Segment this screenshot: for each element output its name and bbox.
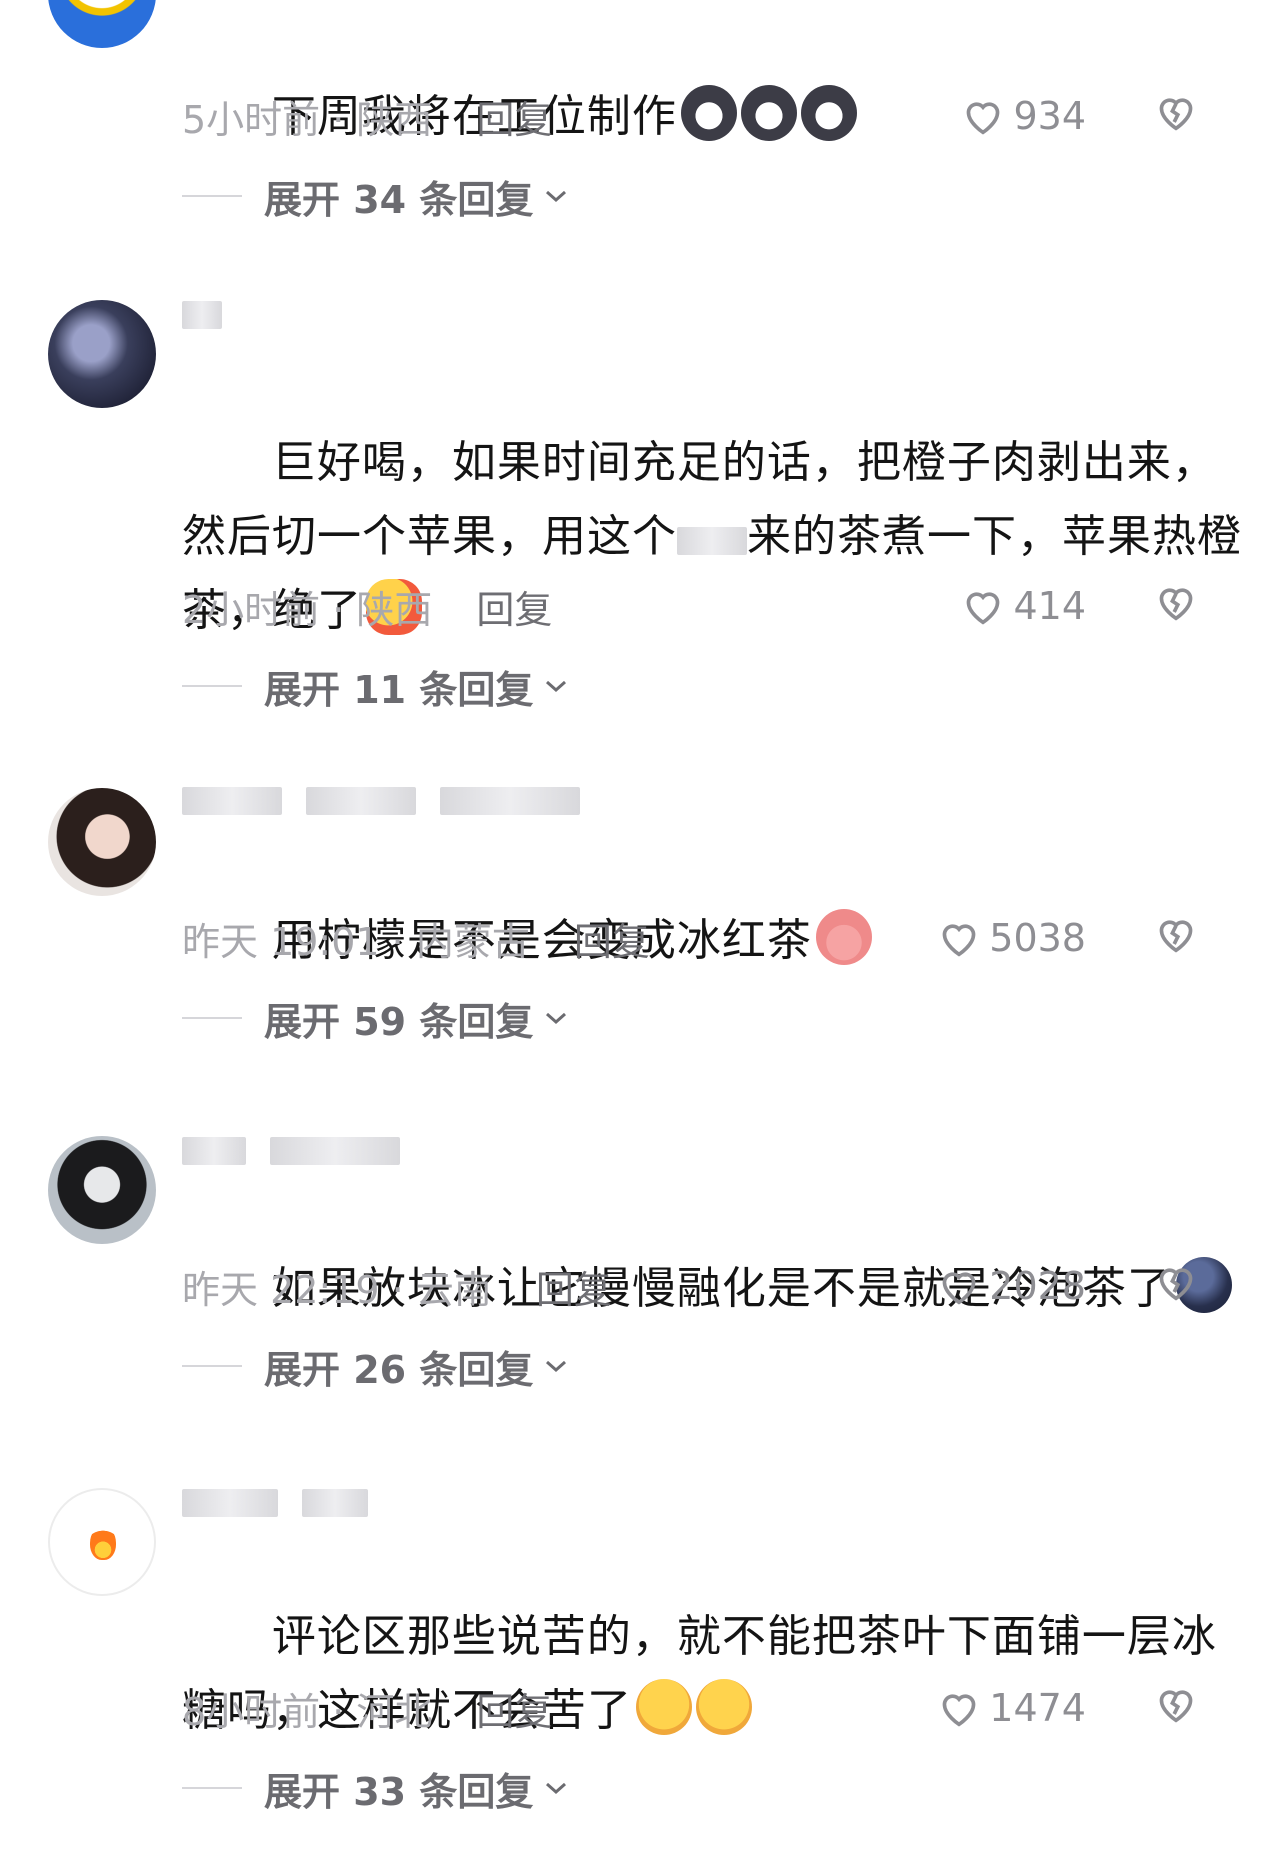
username-blurred[interactable] — [182, 1488, 368, 1518]
comment-meta: 昨天 19:01 · 内蒙古 回复 5038 — [182, 910, 1246, 966]
time-location: 2小时前 · 陕西 — [182, 587, 433, 632]
like-button[interactable]: 2028 — [937, 1264, 1086, 1308]
like-count: 5038 — [989, 916, 1086, 960]
username-blurred[interactable] — [182, 786, 580, 816]
broken-heart-icon — [1159, 97, 1193, 131]
like-button[interactable]: 5038 — [937, 916, 1086, 960]
broken-heart-icon — [1159, 1267, 1193, 1301]
divider — [182, 1017, 242, 1019]
chevron-down-icon — [546, 680, 567, 693]
expand-replies-button[interactable]: 展开 33 条回复 — [182, 1760, 569, 1816]
like-button[interactable]: 1474 — [937, 1686, 1086, 1730]
username-blurred[interactable] — [182, 300, 222, 330]
time-location: 8小时前 · 河北 — [182, 1689, 433, 1734]
heart-outline-icon — [942, 1694, 976, 1727]
dislike-button[interactable] — [1154, 582, 1198, 631]
dislike-button[interactable] — [1154, 92, 1198, 141]
chevron-down-icon — [546, 1012, 567, 1025]
comment-meta: 8小时前 · 河北 回复 1474 — [182, 1680, 1246, 1736]
heart-outline-icon — [967, 102, 1000, 135]
heart-outline-icon — [942, 1272, 976, 1305]
broken-heart-icon — [1159, 1689, 1193, 1723]
reply-button[interactable]: 回复 — [476, 579, 552, 634]
expand-replies-button[interactable]: 展开 34 条回复 — [182, 168, 569, 224]
broken-heart-icon — [1159, 919, 1193, 953]
dislike-button[interactable] — [1154, 914, 1198, 963]
dislike-button[interactable] — [1154, 1262, 1198, 1311]
like-count: 934 — [1013, 94, 1086, 138]
divider — [182, 195, 242, 197]
reply-button[interactable]: 回复 — [536, 1259, 612, 1314]
like-count: 1474 — [989, 1686, 1086, 1730]
avatar[interactable] — [48, 300, 156, 408]
comment-meta: 2小时前 · 陕西 回复 414 — [182, 578, 1246, 634]
divider — [182, 685, 242, 687]
heart-outline-icon — [967, 592, 1000, 625]
reply-button[interactable]: 回复 — [476, 1681, 552, 1736]
divider — [182, 1365, 242, 1367]
chevron-down-icon — [546, 190, 567, 203]
divider — [182, 1787, 242, 1789]
like-count: 414 — [1013, 584, 1086, 628]
avatar[interactable] — [48, 1136, 156, 1244]
flame-icon — [90, 1526, 116, 1560]
blurred-word — [677, 527, 747, 555]
time-location: 昨天 19:01 · 内蒙古 — [182, 919, 530, 964]
reply-button[interactable]: 回复 — [574, 911, 650, 966]
time-location: 5小时前 · 陕西 — [182, 97, 433, 142]
comment-list: 下周我将在工位制作 5小时前 · 陕西 回复 934 展开 34 条回复 巨好喝… — [0, 0, 1286, 1856]
like-button[interactable]: 414 — [961, 584, 1086, 628]
expand-replies-button[interactable]: 展开 26 条回复 — [182, 1338, 569, 1394]
like-count: 2028 — [989, 1264, 1086, 1308]
avatar[interactable] — [48, 788, 156, 896]
expand-replies-button[interactable]: 展开 11 条回复 — [182, 658, 569, 714]
dislike-button[interactable] — [1154, 1684, 1198, 1733]
username-blurred[interactable] — [182, 1136, 400, 1166]
avatar[interactable] — [48, 0, 156, 48]
chevron-down-icon — [546, 1360, 567, 1373]
comment-meta: 昨天 22:19 · 云南 回复 2028 — [182, 1258, 1246, 1314]
comment-meta: 5小时前 · 陕西 回复 934 — [182, 88, 1246, 144]
reply-button[interactable]: 回复 — [476, 89, 552, 144]
like-button[interactable]: 934 — [961, 94, 1086, 138]
avatar[interactable] — [48, 1488, 156, 1596]
heart-outline-icon — [942, 924, 976, 957]
expand-replies-button[interactable]: 展开 59 条回复 — [182, 990, 569, 1046]
broken-heart-icon — [1159, 587, 1193, 621]
chevron-down-icon — [546, 1782, 567, 1795]
time-location: 昨天 22:19 · 云南 — [182, 1267, 492, 1312]
